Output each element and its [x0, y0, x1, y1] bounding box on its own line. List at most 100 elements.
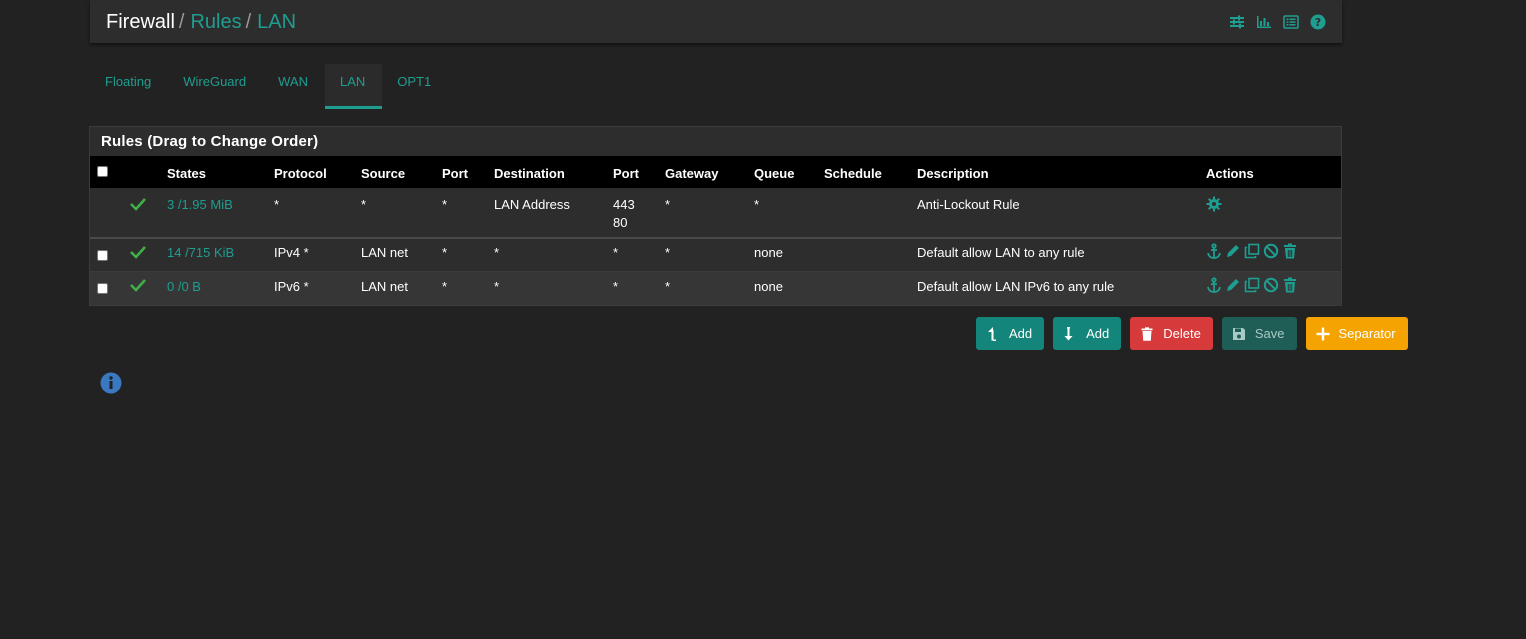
save-label: Save: [1254, 326, 1285, 341]
sliders-icon[interactable]: [1229, 14, 1245, 30]
anchor-icon[interactable]: [1206, 243, 1222, 259]
check-icon: [130, 246, 146, 259]
queue-cell: none: [754, 279, 783, 294]
tab-wan[interactable]: WAN: [263, 64, 325, 109]
row-actions: [1206, 196, 1222, 212]
protocol-cell: *: [274, 197, 280, 212]
protocol-cell: IPv6 *: [274, 279, 309, 294]
dest-port-cell: *: [613, 279, 619, 294]
save-button[interactable]: Save: [1221, 317, 1297, 350]
row-actions: [1206, 243, 1298, 259]
table-row[interactable]: 0 /0 B IPv6 * LAN net * * * * none Defau…: [90, 272, 1341, 305]
disable-icon[interactable]: [1263, 277, 1279, 293]
queue-cell: none: [754, 245, 783, 260]
trash-icon: [1141, 326, 1153, 341]
description-cell: Default allow LAN IPv6 to any rule: [917, 279, 1115, 294]
anchor-icon[interactable]: [1206, 277, 1222, 293]
panel-title: Rules (Drag to Change Order): [101, 133, 319, 150]
dest-port-cell: *: [613, 245, 619, 260]
add-rule-bottom-button[interactable]: Add: [1053, 317, 1122, 350]
delete-label: Delete: [1163, 326, 1201, 341]
col-gateway[interactable]: Gateway: [665, 166, 718, 181]
col-protocol[interactable]: Protocol: [274, 166, 327, 181]
arrow-up-icon: [988, 326, 996, 341]
dest-port-cell: 80: [613, 215, 628, 230]
tab-lan[interactable]: LAN: [324, 64, 383, 109]
gateway-cell: *: [665, 197, 671, 212]
source-cell: LAN net: [361, 279, 408, 294]
states-link[interactable]: 14 /715 KiB: [167, 244, 234, 262]
select-all-checkbox[interactable]: [97, 166, 108, 177]
tab-wireguard[interactable]: WireGuard: [168, 64, 263, 109]
row-checkbox[interactable]: [97, 250, 108, 261]
source-cell: LAN net: [361, 245, 408, 260]
tab-opt1[interactable]: OPT1: [382, 64, 448, 109]
breadcrumb-firewall: Firewall: [106, 11, 175, 33]
table-header: States Protocol Source Port Destination …: [90, 156, 1341, 188]
info-icon[interactable]: [100, 372, 122, 394]
check-icon: [130, 279, 146, 292]
svg-text:?: ?: [1315, 16, 1321, 29]
breadcrumb-rules-link[interactable]: Rules: [190, 11, 241, 33]
states-link[interactable]: 0 /0 B: [167, 278, 201, 296]
description-cell: Default allow LAN to any rule: [917, 245, 1085, 260]
port-cell: *: [442, 245, 448, 260]
col-queue[interactable]: Queue: [754, 166, 794, 181]
row-checkbox[interactable]: [97, 283, 108, 294]
states-link[interactable]: 3 /1.95 MiB: [167, 196, 233, 214]
check-icon: [130, 198, 146, 211]
floppy-icon: [1232, 327, 1245, 340]
add-rule-top-label: Add: [1009, 326, 1033, 341]
gear-icon[interactable]: [1206, 196, 1222, 212]
page-header: Firewall / Rules / LAN ?: [90, 0, 1342, 43]
queue-cell: *: [754, 197, 760, 212]
delete-button[interactable]: Delete: [1130, 317, 1213, 350]
copy-icon[interactable]: [1244, 243, 1260, 259]
breadcrumb-separator: /: [245, 11, 252, 33]
gateway-cell: *: [665, 279, 671, 294]
breadcrumb-lan-link[interactable]: LAN: [257, 11, 296, 33]
rules-panel: Rules (Drag to Change Order) States Prot…: [89, 126, 1342, 306]
col-dest-port[interactable]: Port: [613, 166, 639, 181]
gateway-cell: *: [665, 245, 671, 260]
pencil-icon[interactable]: [1225, 277, 1241, 293]
dest-port-cell: 443: [613, 197, 635, 212]
separator-label: Separator: [1338, 326, 1396, 341]
table-row[interactable]: 3 /1.95 MiB * * * LAN Address 443 80 * *…: [90, 188, 1341, 239]
add-rule-top-button[interactable]: Add: [976, 317, 1045, 350]
trash-icon[interactable]: [1282, 243, 1298, 259]
bar-chart-icon[interactable]: [1256, 14, 1272, 30]
disable-icon[interactable]: [1263, 243, 1279, 259]
copy-icon[interactable]: [1244, 277, 1260, 293]
port-cell: *: [442, 279, 448, 294]
col-destination[interactable]: Destination: [494, 166, 565, 181]
help-icon[interactable]: ?: [1310, 14, 1326, 30]
row-actions: [1206, 277, 1298, 293]
trash-icon[interactable]: [1282, 277, 1298, 293]
protocol-cell: IPv4 *: [274, 245, 309, 260]
interface-tabs: Floating WireGuard WAN LAN OPT1: [90, 64, 448, 109]
table-row[interactable]: 14 /715 KiB IPv4 * LAN net * * * * none …: [90, 239, 1341, 272]
pencil-icon[interactable]: [1225, 243, 1241, 259]
destination-cell: *: [494, 245, 500, 260]
col-description[interactable]: Description: [917, 166, 989, 181]
breadcrumb: Firewall / Rules / LAN: [106, 10, 296, 34]
breadcrumb-separator: /: [178, 11, 185, 33]
add-rule-bottom-label: Add: [1086, 326, 1110, 341]
source-cell: *: [361, 197, 367, 212]
col-port[interactable]: Port: [442, 166, 468, 181]
col-states[interactable]: States: [167, 166, 206, 181]
header-icons: ?: [1229, 14, 1326, 30]
col-source[interactable]: Source: [361, 166, 405, 181]
col-schedule[interactable]: Schedule: [824, 166, 882, 181]
tab-floating[interactable]: Floating: [90, 64, 168, 109]
col-actions: Actions: [1206, 166, 1254, 181]
description-cell: Anti-Lockout Rule: [917, 197, 1020, 212]
destination-cell: LAN Address: [494, 197, 570, 212]
plus-icon: [1316, 327, 1329, 340]
destination-cell: *: [494, 279, 500, 294]
separator-button[interactable]: Separator: [1305, 317, 1408, 350]
rule-action-buttons: Add Add Delete Save Separator: [976, 317, 1408, 350]
port-cell: *: [442, 197, 448, 212]
list-icon[interactable]: [1283, 14, 1299, 30]
